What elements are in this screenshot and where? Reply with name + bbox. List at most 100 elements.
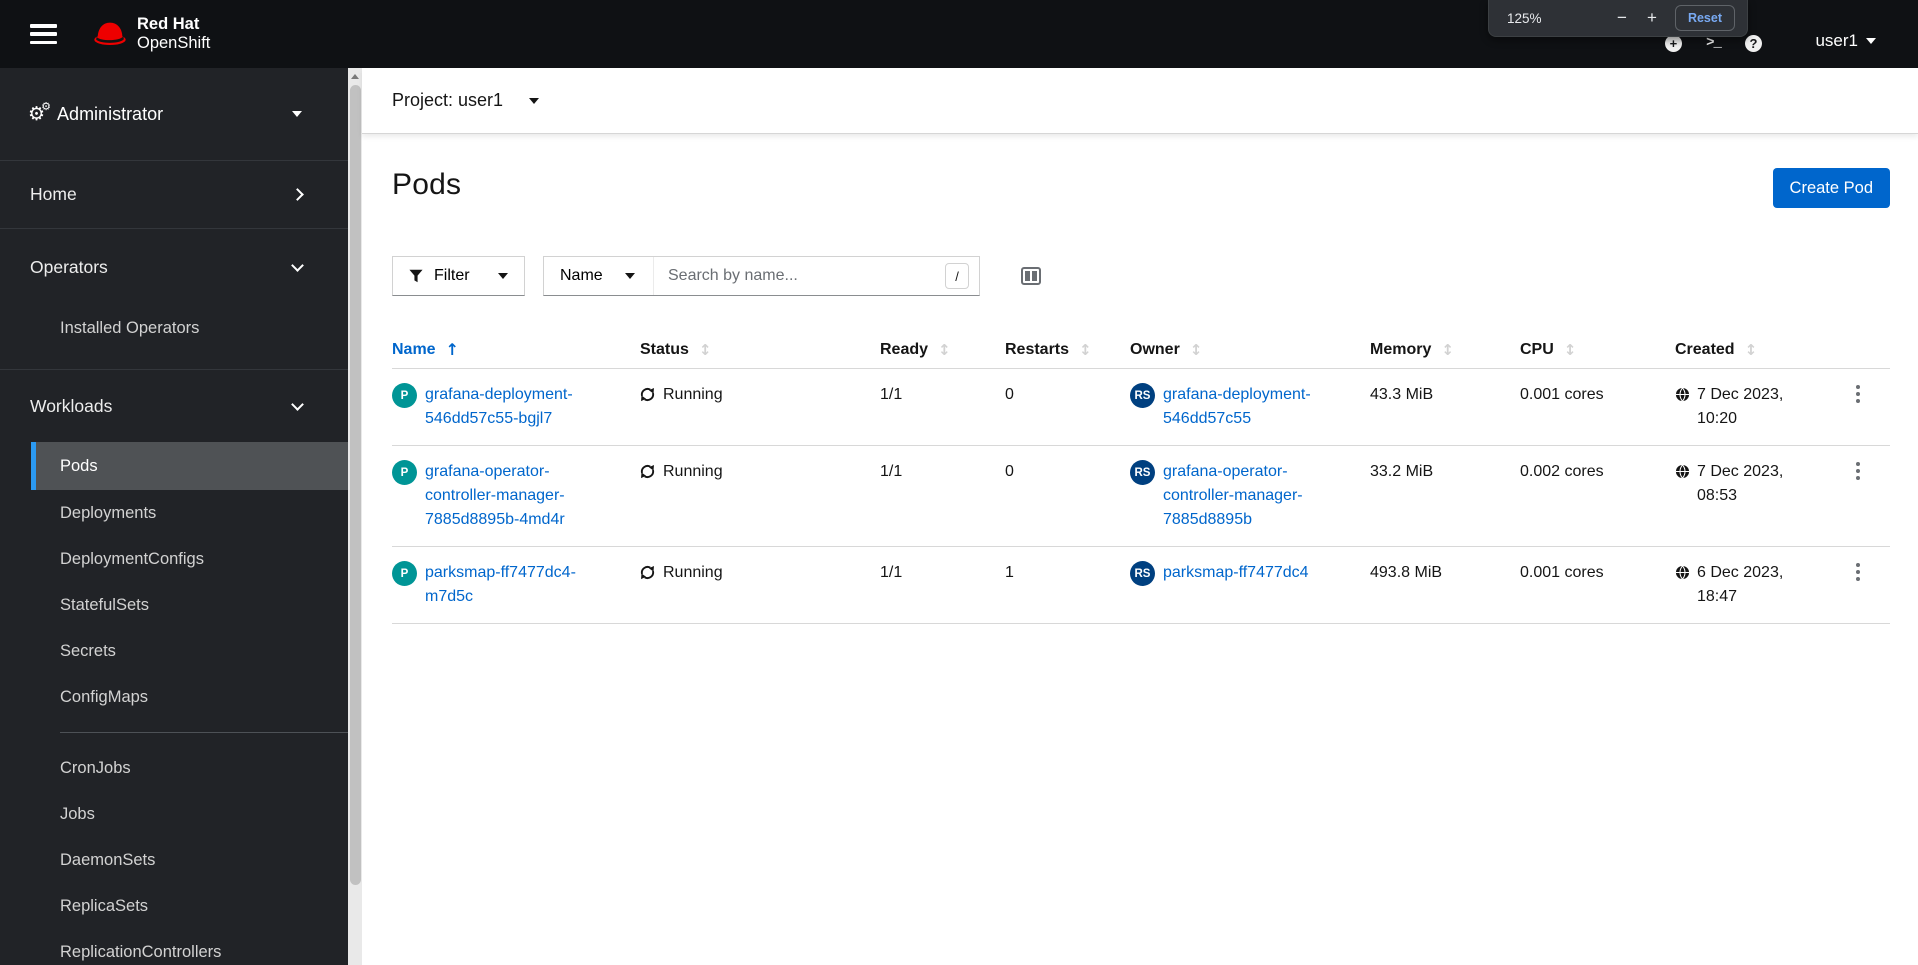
hamburger-icon	[30, 24, 57, 28]
kebab-menu-button[interactable]	[1856, 385, 1860, 405]
scrollbar-up-button[interactable]	[348, 68, 362, 84]
sort-icon: ↕	[1563, 340, 1577, 359]
nav-toggle-button[interactable]	[30, 24, 57, 44]
sidebar-item-jobs[interactable]: Jobs	[31, 791, 348, 837]
created-cell: 7 Dec 2023, 10:20	[1675, 369, 1835, 445]
brand-line1: Red Hat	[137, 15, 200, 33]
nav-divider	[60, 732, 348, 733]
created-text: 7 Dec 2023, 08:53	[1697, 463, 1784, 504]
kebab-menu-button[interactable]	[1856, 563, 1860, 583]
owner-cell: RS grafana-deployment-546dd57c55	[1130, 369, 1370, 445]
column-header-restarts[interactable]: Restarts ↕	[1005, 331, 1130, 368]
sync-icon	[640, 387, 655, 402]
brand-line2: OpenShift	[137, 34, 211, 52]
created-text: 7 Dec 2023, 10:20	[1697, 386, 1784, 427]
memory-cell: 43.3 MiB	[1370, 386, 1434, 403]
scrollbar-thumb[interactable]	[349, 85, 361, 885]
sidebar-item-cronjobs[interactable]: CronJobs	[31, 745, 348, 791]
sidebar-nav: ⚙ ⚙ Administrator Home Operators Installe…	[0, 68, 348, 965]
zoom-out-button[interactable]: −	[1607, 8, 1637, 28]
user-menu-button[interactable]: user1	[1815, 31, 1876, 51]
pod-link[interactable]: parksmap-ff7477dc4-m7d5c	[425, 561, 613, 609]
status-cell: Running	[640, 369, 880, 445]
column-header-ready[interactable]: Ready ↕	[880, 331, 1005, 368]
status-text: Running	[663, 463, 723, 480]
sync-icon	[640, 565, 655, 580]
sidebar-item-configmaps[interactable]: ConfigMaps	[31, 674, 348, 720]
owner-link[interactable]: grafana-deployment-546dd57c55	[1163, 383, 1351, 431]
gears-icon: ⚙ ⚙	[28, 100, 52, 125]
sidebar-item-secrets[interactable]: Secrets	[31, 628, 348, 674]
sidebar-item-home[interactable]: Home	[0, 161, 348, 229]
created-cell: 7 Dec 2023, 08:53	[1675, 446, 1835, 546]
replicaset-badge: RS	[1130, 383, 1155, 408]
pod-badge: P	[392, 383, 417, 408]
pod-link[interactable]: grafana-operator-controller-manager-7885…	[425, 460, 613, 532]
sidebar-item-daemonsets[interactable]: DaemonSets	[31, 837, 348, 883]
restarts-cell: 0	[1005, 386, 1014, 403]
sidebar-item-replicasets[interactable]: ReplicaSets	[31, 883, 348, 929]
globe-icon	[1675, 464, 1690, 479]
restarts-cell: 1	[1005, 564, 1014, 581]
manage-columns-button[interactable]	[1021, 267, 1041, 285]
zoom-in-button[interactable]: +	[1637, 8, 1667, 28]
zoom-reset-button[interactable]: Reset	[1674, 5, 1735, 31]
column-header-created[interactable]: Created ↕	[1675, 331, 1835, 368]
owner-cell: RS parksmap-ff7477dc4	[1130, 547, 1370, 623]
cpu-cell: 0.002 cores	[1520, 463, 1604, 480]
replicaset-badge: RS	[1130, 460, 1155, 485]
column-header-status[interactable]: Status ↕	[640, 331, 880, 368]
column-header-memory[interactable]: Memory ↕	[1370, 331, 1520, 368]
column-header-cpu[interactable]: CPU ↕	[1520, 331, 1675, 368]
chevron-down-icon	[1866, 38, 1876, 44]
kebab-menu-button[interactable]	[1856, 462, 1860, 482]
restarts-cell: 0	[1005, 463, 1014, 480]
brand-logo: Red Hat OpenShift	[91, 15, 210, 53]
perspective-switcher[interactable]: ⚙ ⚙ Administrator	[0, 68, 348, 161]
filter-dropdown[interactable]: Filter	[392, 256, 525, 296]
project-selector[interactable]: Project: user1	[392, 90, 540, 111]
search-group: Name /	[543, 256, 980, 296]
sidebar-section-operators: Operators Installed Operators	[0, 229, 348, 370]
sidebar-item-deploymentconfigs[interactable]: DeploymentConfigs	[31, 536, 348, 582]
sidebar-item-deployments[interactable]: Deployments	[31, 490, 348, 536]
ready-cell: 1/1	[880, 564, 903, 581]
status-text: Running	[663, 386, 723, 403]
sync-icon	[640, 464, 655, 479]
create-pod-button[interactable]: Create Pod	[1772, 168, 1890, 208]
status-cell: Running	[640, 547, 880, 623]
funnel-icon	[409, 269, 423, 283]
column-header-owner[interactable]: Owner ↕	[1130, 331, 1370, 368]
owner-link[interactable]: grafana-operator-controller-manager-7885…	[1163, 460, 1351, 532]
search-attribute-dropdown[interactable]: Name	[544, 257, 654, 295]
search-input[interactable]	[654, 257, 945, 295]
sidebar-item-operators[interactable]: Operators	[0, 229, 348, 305]
sort-icon: ↕	[1744, 340, 1758, 359]
sidebar-item-pods[interactable]: Pods	[31, 442, 348, 490]
sidebar-item-installed-operators[interactable]: Installed Operators	[31, 305, 348, 351]
owner-link[interactable]: parksmap-ff7477dc4	[1163, 561, 1309, 585]
web-terminal-button[interactable]: >_	[1693, 35, 1733, 51]
caret-down-icon	[498, 273, 508, 279]
created-cell: 6 Dec 2023, 18:47	[1675, 547, 1835, 623]
cpu-cell: 0.001 cores	[1520, 564, 1604, 581]
sidebar-scrollbar[interactable]	[348, 68, 362, 965]
pod-link[interactable]: grafana-deployment-546dd57c55-bgjl7	[425, 383, 613, 431]
project-label: Project: user1	[392, 90, 504, 110]
sidebar-item-replicationcontrollers[interactable]: ReplicationControllers	[31, 929, 348, 965]
help-button[interactable]: ?	[1733, 34, 1773, 52]
caret-down-icon	[624, 273, 635, 279]
main-content: Project: user1 Pods Create Pod Filter Na…	[362, 68, 1918, 965]
pod-name-cell: P grafana-deployment-546dd57c55-bgjl7	[392, 369, 640, 445]
sort-icon: ↕	[1079, 340, 1092, 359]
quick-create-button[interactable]: +	[1653, 34, 1693, 52]
sidebar-item-statefulsets[interactable]: StatefulSets	[31, 582, 348, 628]
columns-icon	[1021, 267, 1041, 285]
pods-table: Name ↑ Status ↕ Ready ↕ Restarts ↕ Owner…	[392, 331, 1890, 624]
sidebar-item-workloads[interactable]: Workloads	[0, 370, 348, 442]
cpu-cell: 0.001 cores	[1520, 386, 1604, 403]
sort-icon: ↕	[938, 340, 951, 359]
chevron-right-icon	[291, 188, 304, 201]
user-name: user1	[1815, 31, 1858, 50]
column-header-name[interactable]: Name ↑	[392, 331, 640, 368]
